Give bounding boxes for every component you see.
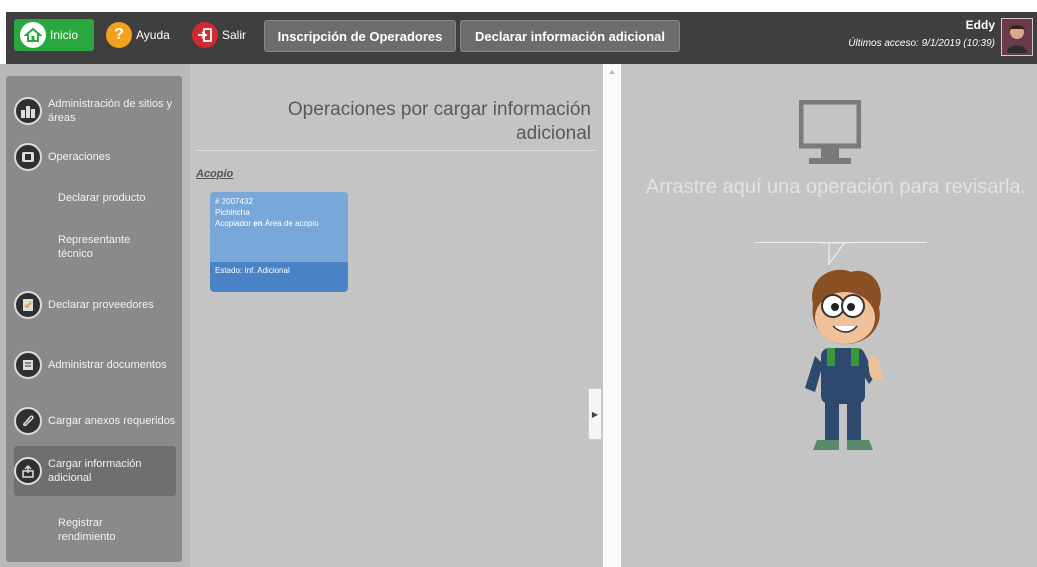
inicio-label: Inicio — [50, 28, 79, 42]
title-divider — [196, 150, 596, 151]
panel-toggle-handle[interactable]: ▶ — [588, 388, 602, 440]
sidebar-item-label: Cargar información adicional — [48, 458, 142, 484]
operation-card[interactable]: # 2007432 Pichincha Acopiador en Área de… — [210, 192, 348, 292]
sidebar-item-label: Declarar proveedores — [48, 299, 154, 311]
operation-role: Acopiador en Área de acopio — [215, 219, 319, 228]
upload-info-icon — [14, 457, 42, 485]
sidebar-subitem-representante-tecnico[interactable]: Representante técnico — [58, 233, 158, 261]
user-name: Eddy — [965, 18, 995, 32]
sidebar-item-label: Cargar anexos requeridos — [48, 415, 176, 427]
ayuda-label: Ayuda — [136, 28, 170, 42]
drop-instruction: Arrastre aquí una operación para revisar… — [645, 176, 1027, 198]
avatar[interactable] — [1001, 18, 1033, 56]
last-access: Últimos acceso: 9/1/2019 (10:39) — [848, 38, 995, 49]
sidebar: Administración de sitios y áreas Operaci… — [6, 76, 182, 562]
sidebar-item-label: Administración de sitios y áreas — [48, 98, 173, 124]
review-drop-zone[interactable]: Arrastre aquí una operación para revisar… — [621, 64, 1037, 567]
ayuda-button[interactable]: ? Ayuda — [104, 19, 180, 51]
sidebar-item-administracion-sitios[interactable]: Administración de sitios y áreas — [14, 94, 176, 128]
documents-icon — [14, 351, 42, 379]
top-bar-inner: Inicio ? Ayuda Salir Inscripción de Oper… — [6, 12, 1037, 64]
sidebar-subitem-registrar-rendimiento[interactable]: Registrar rendimiento — [58, 516, 158, 544]
buildings-icon — [14, 97, 42, 125]
salir-button[interactable]: Salir — [190, 19, 256, 51]
sidebar-subitem-declarar-producto[interactable]: Declarar producto — [58, 191, 145, 205]
operation-number: # 2007432 — [215, 197, 253, 206]
sidebar-item-administrar-documentos[interactable]: Administrar documentos — [14, 348, 176, 382]
home-icon — [20, 22, 46, 48]
arrow-right-icon: ▶ — [591, 409, 599, 419]
scroll-up-icon[interactable] — [603, 64, 621, 84]
suppliers-icon — [14, 291, 42, 319]
operation-status: Estado: Inf. Adicional — [210, 262, 348, 292]
tab-declarar-informacion-adicional[interactable]: Declarar información adicional — [460, 20, 680, 52]
mascot-illustration — [805, 269, 883, 450]
salir-label: Salir — [222, 28, 247, 42]
sidebar-item-operaciones[interactable]: Operaciones — [14, 142, 176, 172]
monitor-icon — [799, 100, 861, 164]
sidebar-item-label: Operaciones — [48, 151, 111, 163]
sidebar-item-cargar-anexos[interactable]: Cargar anexos requeridos — [14, 404, 176, 438]
top-bar: Inicio ? Ayuda Salir Inscripción de Oper… — [0, 0, 1037, 64]
help-icon: ? — [106, 22, 132, 48]
tab-inscripcion-operadores[interactable]: Inscripción de Operadores — [264, 20, 456, 52]
inicio-button[interactable]: Inicio — [14, 19, 94, 51]
sidebar-item-declarar-proveedores[interactable]: Declarar proveedores — [14, 288, 176, 322]
page-title: Operaciones por cargar información adici… — [287, 99, 591, 144]
sidebar-item-label: Administrar documentos — [48, 359, 167, 371]
panel-splitter[interactable] — [603, 64, 621, 567]
paperclip-icon — [14, 407, 42, 435]
operations-icon — [14, 143, 42, 171]
sidebar-item-cargar-informacion-adicional[interactable]: Cargar información adicional — [14, 446, 176, 496]
operations-panel: Operaciones por cargar información adici… — [190, 64, 603, 567]
operation-province: Pichincha — [215, 208, 250, 217]
group-label-acopio: Acopio — [196, 168, 234, 180]
logout-icon — [192, 22, 218, 48]
sidebar-background: Administración de sitios y áreas Operaci… — [0, 64, 190, 567]
operation-card-body: # 2007432 Pichincha Acopiador en Área de… — [210, 192, 348, 262]
